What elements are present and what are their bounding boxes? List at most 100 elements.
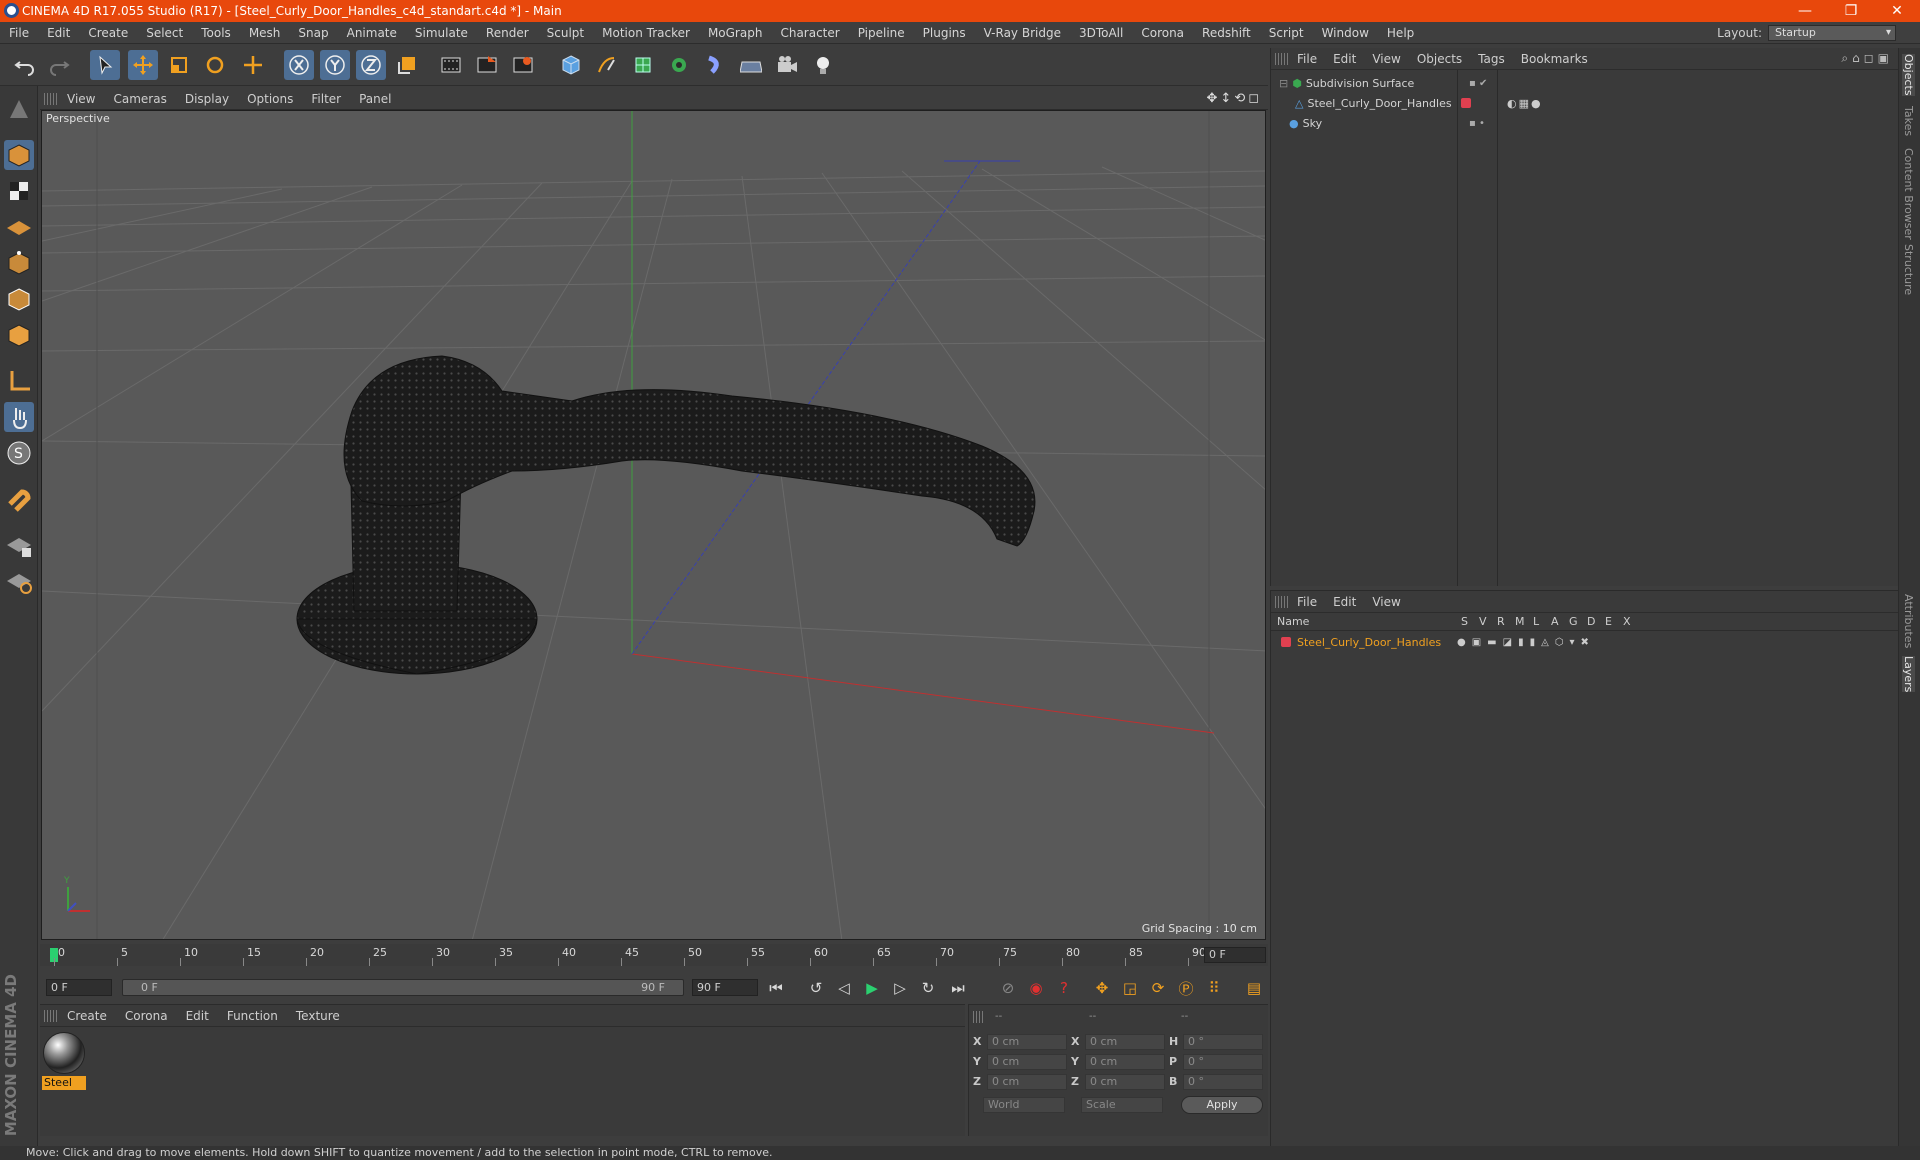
- model-mode-icon[interactable]: [4, 140, 34, 170]
- viewport-nav-icons[interactable]: ✥↕⟲◻: [1207, 91, 1262, 106]
- lock-workplane-icon[interactable]: [4, 530, 34, 560]
- material-swatch[interactable]: Steel: [42, 1031, 86, 1091]
- key-rotation-icon[interactable]: ⟳: [1145, 976, 1171, 1000]
- key-position-icon[interactable]: ✥: [1089, 976, 1115, 1000]
- layers-menu-view[interactable]: View: [1364, 595, 1408, 609]
- key-scale-icon[interactable]: ◲: [1117, 976, 1143, 1000]
- light-icon[interactable]: [808, 50, 838, 80]
- objects-menu-edit[interactable]: Edit: [1325, 52, 1364, 66]
- range-end-field[interactable]: 90 F: [692, 979, 758, 996]
- object-row-door-handles[interactable]: △ Steel_Curly_Door_Handles ◐▦●: [1295, 94, 1541, 112]
- workplane-icon[interactable]: [4, 212, 34, 242]
- render-view-button[interactable]: [436, 50, 466, 80]
- move-tool-button[interactable]: [128, 50, 158, 80]
- objects-menu-file[interactable]: File: [1289, 52, 1325, 66]
- objects-menu-view[interactable]: View: [1364, 52, 1408, 66]
- pos-y-field[interactable]: 0 cm: [987, 1054, 1067, 1070]
- size-y-field[interactable]: 0 cm: [1085, 1054, 1165, 1070]
- menu-create[interactable]: Create: [79, 26, 137, 40]
- close-icon[interactable]: ✕: [1874, 0, 1920, 22]
- tab-objects[interactable]: Objects: [1902, 54, 1915, 96]
- current-frame-field[interactable]: 0 F: [1204, 947, 1266, 963]
- coordinate-system-button[interactable]: [392, 50, 422, 80]
- viewport-menu-filter[interactable]: Filter: [302, 92, 350, 106]
- menu-tools[interactable]: Tools: [192, 26, 240, 40]
- range-slider[interactable]: 0 F 90 F: [122, 979, 684, 996]
- menu-mograph[interactable]: MoGraph: [699, 26, 772, 40]
- pos-z-field[interactable]: 0 cm: [987, 1074, 1067, 1090]
- range-start-field[interactable]: 0 F: [46, 979, 112, 996]
- material-menu-function[interactable]: Function: [218, 1009, 287, 1023]
- make-editable-icon[interactable]: [4, 94, 34, 124]
- menu-animate[interactable]: Animate: [338, 26, 406, 40]
- tab-attributes[interactable]: Attributes: [1902, 594, 1915, 648]
- layers-menu-file[interactable]: File: [1289, 595, 1325, 609]
- layer-toggle-icons[interactable]: ●▣▬◪▮▮◬⬡▾✖: [1457, 637, 1595, 648]
- camera-icon[interactable]: [772, 50, 802, 80]
- restore-icon[interactable]: ❐: [1828, 0, 1874, 22]
- layout-dropdown[interactable]: Startup: [1768, 25, 1896, 41]
- object-material-tags-icon[interactable]: ◐▦●: [1507, 97, 1543, 110]
- viewport-menu-view[interactable]: View: [58, 92, 104, 106]
- menu-redshift[interactable]: Redshift: [1193, 26, 1260, 40]
- key-parameter-icon[interactable]: Ⓟ: [1173, 976, 1199, 1000]
- objects-menu-tags[interactable]: Tags: [1470, 52, 1513, 66]
- apply-button[interactable]: Apply: [1181, 1096, 1263, 1114]
- scale-tool-button[interactable]: [164, 50, 194, 80]
- menu-edit[interactable]: Edit: [38, 26, 79, 40]
- menu-file[interactable]: File: [0, 26, 38, 40]
- objects-menu-bookmarks[interactable]: Bookmarks: [1513, 52, 1596, 66]
- viewport-menu-display[interactable]: Display: [176, 92, 238, 106]
- axis-mode-icon[interactable]: [4, 366, 34, 396]
- redo-button[interactable]: [44, 50, 74, 80]
- rot-p-field[interactable]: 0 °: [1183, 1054, 1263, 1070]
- size-mode-dropdown[interactable]: Scale: [1081, 1097, 1163, 1113]
- object-visibility-dots[interactable]: ▪ •: [1469, 118, 1485, 129]
- viewport-menu-panel[interactable]: Panel: [350, 92, 400, 106]
- timeline-ruler[interactable]: 0 5 10 15 20 25 30 35 40 45 50 55 60 65 70 75 80 85 90 0 F: [40, 944, 1268, 966]
- minimize-icon[interactable]: —: [1782, 0, 1828, 22]
- rot-h-field[interactable]: 0 °: [1183, 1034, 1263, 1050]
- y-axis-lock-button[interactable]: [320, 50, 350, 80]
- object-visibility-dots[interactable]: ▪ ✔: [1469, 78, 1487, 89]
- transform-tool-button[interactable]: [238, 50, 268, 80]
- play-icon[interactable]: ▶: [859, 976, 885, 1000]
- texture-mode-icon[interactable]: [4, 176, 34, 206]
- menu-snap[interactable]: Snap: [289, 26, 337, 40]
- go-to-start-icon[interactable]: ⏮: [763, 976, 789, 1000]
- menu-pipeline[interactable]: Pipeline: [849, 26, 914, 40]
- menu-vray-bridge[interactable]: V-Ray Bridge: [975, 26, 1070, 40]
- select-tool-button[interactable]: [90, 50, 120, 80]
- previous-frame-icon[interactable]: ◁: [831, 976, 857, 1000]
- object-layer-color[interactable]: [1461, 98, 1471, 111]
- material-menu-corona[interactable]: Corona: [116, 1009, 177, 1023]
- tab-content-browser[interactable]: Content Browser: [1902, 148, 1915, 240]
- snap-icon[interactable]: S: [4, 438, 34, 468]
- object-row-sky[interactable]: ● Sky ▪ •: [1279, 114, 1485, 132]
- rotate-tool-button[interactable]: [200, 50, 230, 80]
- previous-key-icon[interactable]: ↺: [803, 976, 829, 1000]
- x-axis-lock-button[interactable]: [284, 50, 314, 80]
- record-keys-icon[interactable]: ⊘: [995, 976, 1021, 1000]
- menu-plugins[interactable]: Plugins: [914, 26, 975, 40]
- render-settings-button[interactable]: [508, 50, 538, 80]
- pen-spline-icon[interactable]: [592, 50, 622, 80]
- pos-x-field[interactable]: 0 cm: [987, 1034, 1067, 1050]
- menu-sculpt[interactable]: Sculpt: [538, 26, 593, 40]
- tab-structure[interactable]: Structure: [1902, 244, 1915, 295]
- polygons-mode-icon[interactable]: [4, 320, 34, 350]
- menu-character[interactable]: Character: [771, 26, 848, 40]
- size-x-field[interactable]: 0 cm: [1085, 1034, 1165, 1050]
- deformer-icon[interactable]: [700, 50, 730, 80]
- subdivision-surface-icon[interactable]: [628, 50, 658, 80]
- autokey-icon[interactable]: ◉: [1023, 976, 1049, 1000]
- next-frame-icon[interactable]: ▷: [887, 976, 913, 1000]
- object-row-subdivision-surface[interactable]: ⊟ ⬢ Subdivision Surface ▪ ✔: [1279, 74, 1487, 92]
- go-to-end-icon[interactable]: ⏭: [945, 976, 971, 1000]
- size-z-field[interactable]: 0 cm: [1085, 1074, 1165, 1090]
- tweak-mode-icon[interactable]: [4, 402, 34, 432]
- viewport-menu-options[interactable]: Options: [238, 92, 302, 106]
- render-to-picture-viewer-button[interactable]: [472, 50, 502, 80]
- menu-select[interactable]: Select: [137, 26, 192, 40]
- points-mode-icon[interactable]: [4, 248, 34, 278]
